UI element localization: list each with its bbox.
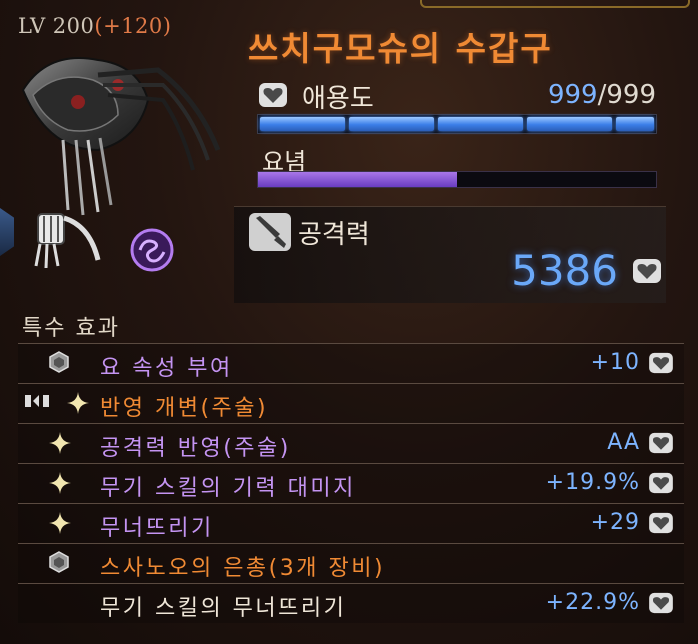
yonen-bar-fill <box>258 172 457 187</box>
sparkle-icon <box>48 471 72 499</box>
effect-label: 반영 개변(주술) <box>100 396 269 421</box>
heart-badge-icon <box>648 432 674 454</box>
affinity-bar-segment <box>437 117 523 131</box>
effect-value: +22.9% <box>545 590 640 615</box>
gauntlet-type-icon <box>34 213 101 269</box>
heart-badge-icon <box>259 83 287 107</box>
affinity-label: 애용도 <box>302 84 374 114</box>
heart-badge-icon <box>648 592 674 614</box>
yonen-bar <box>257 171 657 188</box>
affinity-bar-segment <box>615 117 654 131</box>
hex-gem-icon <box>48 551 70 577</box>
effect-row: 스사노오의 은총(3개 장비) <box>18 543 684 583</box>
item-level: LV 200(+120) <box>18 14 171 38</box>
affinity-bar <box>257 114 657 134</box>
effect-value: +19.9% <box>545 470 640 495</box>
heart-badge-icon <box>633 259 661 283</box>
heart-badge-icon <box>648 512 674 534</box>
special-effects-list: 요 속성 부여 +10 반영 개변(주술) 공격력 반영(주술) AA 무기 스킬의 기력… <box>18 343 684 623</box>
special-effects-title: 특수 효과 <box>22 316 120 341</box>
yokai-swirl-icon <box>130 228 174 272</box>
level-bonus: (+120) <box>94 14 172 38</box>
effect-label: 공격력 반영(주술) <box>100 436 291 461</box>
affinity-value: 999/999 <box>548 80 656 110</box>
effect-row: 무너뜨리기 +29 <box>18 503 684 543</box>
hex-gem-icon <box>48 351 70 377</box>
effect-label: 요 속성 부여 <box>100 356 233 381</box>
sparkle-icon <box>66 391 90 419</box>
effect-label: 무기 스킬의 무너뜨리기 <box>100 596 347 621</box>
item-name: 쓰치구모슈의 수갑구 <box>248 29 553 68</box>
level-text: LV 200 <box>18 14 95 38</box>
sparkle-icon <box>48 431 72 459</box>
affinity-bar-segment <box>526 117 612 131</box>
affinity-bar-segment <box>260 117 345 131</box>
effect-row: 공격력 반영(주술) AA <box>18 423 684 463</box>
effect-row: 반영 개변(주술) <box>18 383 684 423</box>
attack-value: 5386 <box>511 246 618 295</box>
link-icon <box>24 391 52 415</box>
sparkle-icon <box>48 511 72 539</box>
affinity-max: /999 <box>597 80 656 110</box>
claw-gauntlet-image <box>21 57 221 216</box>
header-frame-decoration <box>420 0 690 8</box>
effect-value: AA <box>607 430 640 455</box>
affinity-current: 999 <box>547 80 598 110</box>
heart-badge-icon <box>648 472 674 494</box>
effect-label: 무기 스킬의 기력 대미지 <box>100 476 356 501</box>
sword-icon <box>249 213 291 251</box>
effect-row: 요 속성 부여 +10 <box>18 343 684 383</box>
effect-row: 무기 스킬의 기력 대미지 +19.9% <box>18 463 684 503</box>
attack-label: 공격력 <box>298 220 370 250</box>
effect-value: +10 <box>590 350 640 375</box>
affinity-bar-segment <box>348 117 434 131</box>
effect-label: 무너뜨리기 <box>100 516 214 541</box>
effect-row: 무기 스킬의 무너뜨리기 +22.9% <box>18 583 684 623</box>
heart-badge-icon <box>648 352 674 374</box>
effect-value: +29 <box>590 510 640 535</box>
effect-label: 스사노오의 은총(3개 장비) <box>100 556 386 581</box>
